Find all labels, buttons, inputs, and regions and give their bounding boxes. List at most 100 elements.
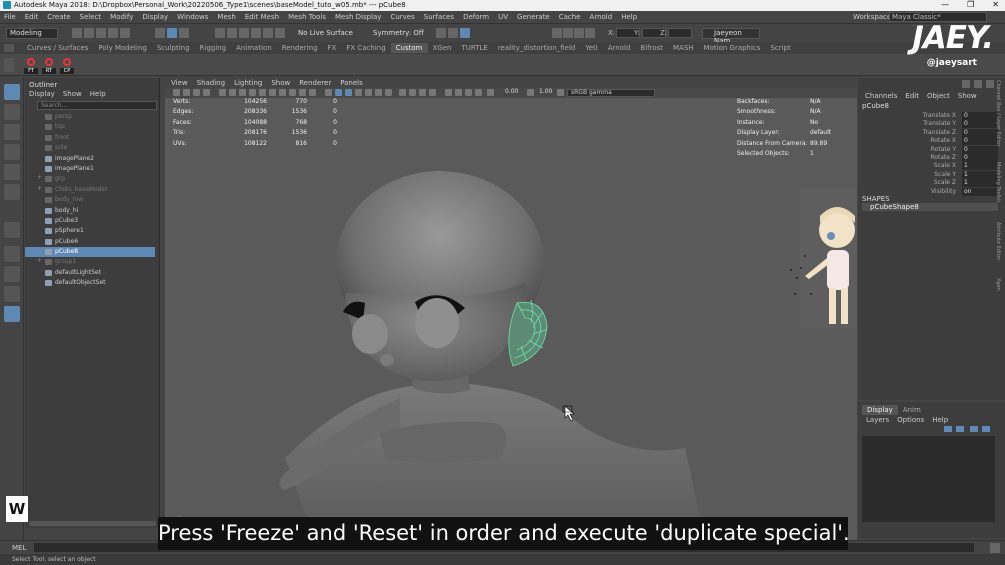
menu-generate[interactable]: Generate [517, 13, 550, 21]
shelf-tab-animation[interactable]: Animation [231, 43, 277, 53]
channel-box-toggle-icon[interactable] [962, 80, 970, 88]
snap-surface-icon[interactable] [263, 28, 273, 38]
snap-live-icon[interactable] [275, 28, 285, 38]
channelbox-menu-channels[interactable]: Channels [865, 92, 897, 100]
attribute-editor-toggle-icon[interactable] [974, 80, 982, 88]
grid-toggle-icon[interactable] [219, 89, 226, 96]
new-scene-icon[interactable] [72, 28, 82, 38]
shelf-tab-sculpting[interactable]: Sculpting [152, 43, 195, 53]
close-button[interactable]: ✕ [992, 0, 999, 9]
xray-joints-icon[interactable] [429, 89, 436, 96]
channel-attribute-name[interactable]: Rotate X [930, 137, 956, 144]
menu-curves[interactable]: Curves [390, 13, 414, 21]
tab-xgen[interactable]: Xgen [995, 278, 1001, 291]
wireframe-icon[interactable] [289, 89, 296, 96]
outliner-item[interactable]: pSphere1 [25, 226, 155, 236]
menu-surfaces[interactable]: Surfaces [424, 13, 454, 21]
exposure-value[interactable]: 0.00 [505, 88, 518, 95]
shelf-tab-custom[interactable]: Custom [390, 43, 428, 53]
shelf-tab-rendering[interactable]: Rendering [277, 43, 323, 53]
safe-action-icon[interactable] [269, 89, 276, 96]
select-tool-icon[interactable] [4, 84, 20, 100]
color-space-dropdown[interactable]: sRGB gamma [567, 89, 655, 97]
menu-select[interactable]: Select [80, 13, 102, 21]
symmetry-setting[interactable]: Symmetry: Off [373, 29, 424, 37]
xray-components-icon[interactable] [445, 89, 452, 96]
menu-help[interactable]: Help [621, 13, 637, 21]
ipr-render-icon[interactable] [460, 28, 470, 38]
select-camera-icon[interactable] [173, 89, 180, 96]
menu-edit[interactable]: Edit [25, 13, 39, 21]
frame-selection-icon[interactable] [465, 89, 472, 96]
expand-icon[interactable]: + [37, 174, 42, 181]
isolate-select-icon[interactable] [409, 89, 416, 96]
viewport-menu-panels[interactable]: Panels [340, 79, 363, 87]
image-plane-icon[interactable] [203, 89, 210, 96]
last-tool-icon[interactable] [4, 222, 20, 238]
snap-curve-icon[interactable] [227, 28, 237, 38]
channel-attribute-name[interactable]: Translate X [923, 112, 956, 119]
layer-menu-help[interactable]: Help [932, 416, 948, 424]
viewport-menu-renderer[interactable]: Renderer [299, 79, 331, 87]
menu-mesh-display[interactable]: Mesh Display [335, 13, 381, 21]
shelf-gear-icon[interactable] [4, 44, 14, 52]
shape-node[interactable]: pCubeShape8 [862, 203, 998, 211]
viewport-menu-view[interactable]: View [171, 79, 188, 87]
menu-file[interactable]: File [4, 13, 16, 21]
minimize-button[interactable]: — [941, 0, 949, 9]
resolution-gate-icon[interactable] [239, 89, 246, 96]
channel-attribute-name[interactable]: Rotate Y [931, 146, 956, 153]
default-material-icon[interactable] [325, 89, 332, 96]
expand-icon[interactable]: + [37, 185, 42, 192]
outliner-item[interactable]: + grp [25, 174, 155, 184]
maximize-button[interactable]: ❐ [967, 0, 974, 9]
outliner-item[interactable]: top [25, 122, 155, 132]
shelf-button-ft[interactable]: FT [24, 56, 38, 74]
shelf-button-cp[interactable]: CP [60, 56, 74, 74]
menu-windows[interactable]: Windows [177, 13, 208, 21]
outliner-item[interactable]: + group1 [25, 257, 155, 267]
outliner-item[interactable]: defaultLightSet [25, 268, 155, 278]
channel-attribute-name[interactable]: Scale Z [934, 179, 956, 186]
shelf-tab-script[interactable]: Script [765, 43, 795, 53]
gate-mask-icon[interactable] [249, 89, 256, 96]
single-perspective-layout-icon[interactable] [4, 246, 20, 262]
shelf-tab-fx[interactable]: FX [323, 43, 342, 53]
redo-icon[interactable] [120, 28, 130, 38]
menu-modify[interactable]: Modify [110, 13, 133, 21]
outliner-item[interactable]: persp [25, 112, 155, 122]
channel-attribute-name[interactable]: Visibility [931, 188, 956, 195]
shelf-tab-motion-graphics[interactable]: Motion Graphics [699, 43, 766, 53]
channel-attribute-name[interactable]: Translate Y [923, 120, 956, 127]
frame-all-icon[interactable] [455, 89, 462, 96]
render-settings-icon[interactable] [563, 28, 573, 38]
select-component-icon[interactable] [179, 28, 189, 38]
menu-display[interactable]: Display [142, 13, 168, 21]
outliner-item[interactable]: pCube6 [25, 237, 155, 247]
shelf-button-rt[interactable]: RT [42, 56, 56, 74]
live-surface-label[interactable]: No Live Surface [298, 29, 353, 37]
layer-list[interactable] [862, 436, 995, 522]
shelf-tab-curves-surfaces[interactable]: Curves / Surfaces [22, 43, 93, 53]
textured-icon[interactable] [335, 89, 342, 96]
shelf-tab-arnold[interactable]: Arnold [603, 43, 636, 53]
outliner-item[interactable]: pCube8 [25, 247, 155, 258]
save-scene-icon[interactable] [96, 28, 106, 38]
use-all-lights-icon[interactable] [345, 89, 352, 96]
snap-view-icon[interactable] [251, 28, 261, 38]
shadows-icon[interactable] [355, 89, 362, 96]
channel-attribute-name[interactable]: Translate Z [923, 129, 956, 136]
outliner-item[interactable]: body_low [25, 195, 155, 205]
rotate-tool-icon[interactable] [4, 164, 20, 180]
gamma-icon[interactable] [527, 89, 534, 96]
menu-create[interactable]: Create [47, 13, 70, 21]
outliner-item[interactable]: defaultObjectSet [25, 278, 155, 288]
camera-attributes-icon[interactable] [183, 89, 190, 96]
channel-attribute-name[interactable]: Scale X [934, 162, 956, 169]
viewport-menu-show[interactable]: Show [271, 79, 290, 87]
ambient-occlusion-icon[interactable] [365, 89, 372, 96]
exposure-icon[interactable] [487, 89, 494, 96]
mel-label[interactable]: MEL [12, 544, 26, 552]
outliner-item[interactable]: side [25, 143, 155, 153]
expand-icon[interactable]: + [37, 257, 42, 264]
